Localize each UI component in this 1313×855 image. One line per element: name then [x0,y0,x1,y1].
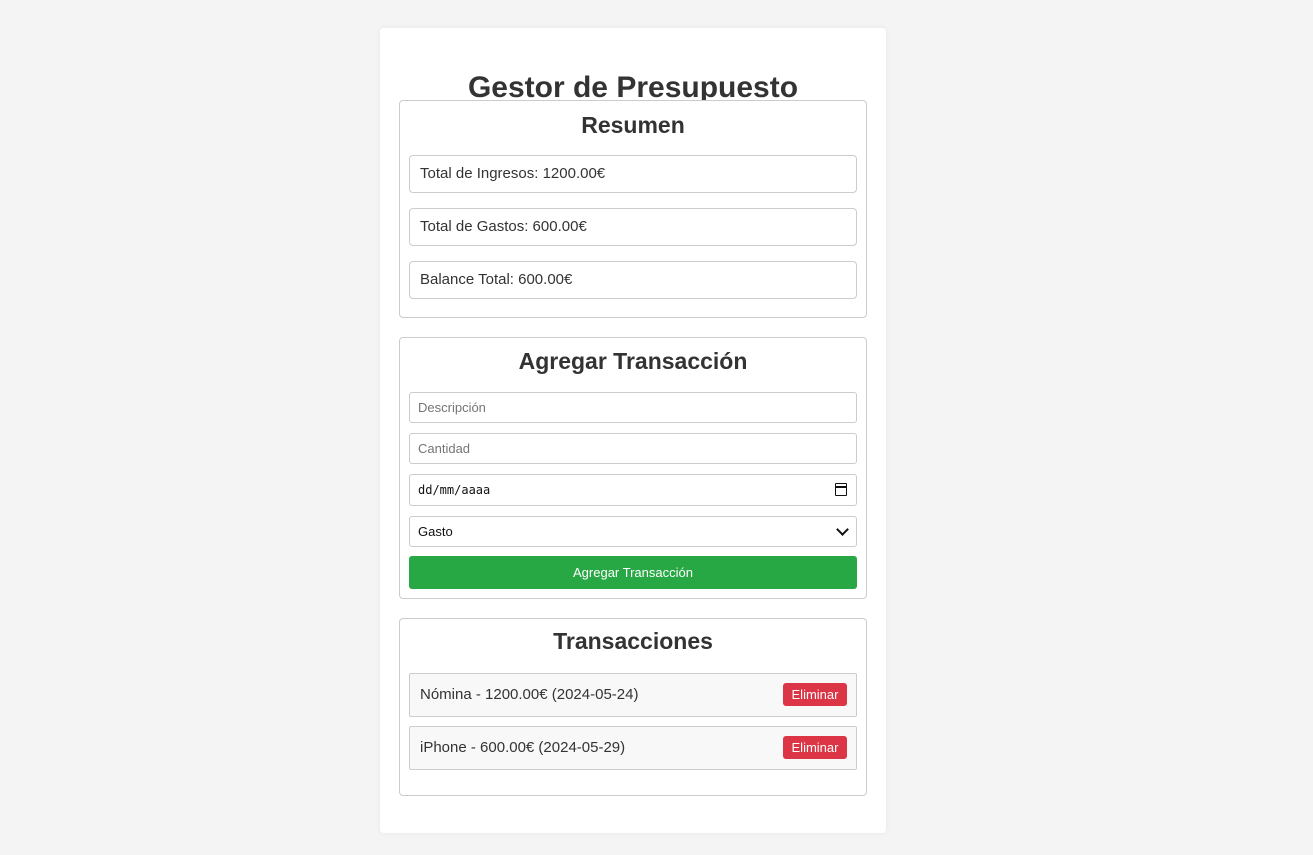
transactions-heading: Transacciones [553,628,713,654]
transactions-section: Transacciones Nómina - 1200.00€ (2024-05… [399,618,867,796]
chevron-down-icon [836,523,849,536]
total-income: Total de Ingresos: 1200.00€ [409,155,857,193]
date-input[interactable]: dd/mm/aaaa [409,474,857,506]
summary-section: Resumen Total de Ingresos: 1200.00€ Tota… [399,100,867,318]
type-selected-value: Gasto [418,524,453,539]
description-input[interactable]: Descripción [409,392,857,423]
transaction-text: iPhone - 600.00€ (2024-05-29) [420,739,626,756]
total-expenses: Total de Gastos: 600.00€ [409,208,857,246]
delete-button[interactable]: Eliminar [783,736,847,759]
amount-input[interactable]: Cantidad [409,433,857,464]
add-transaction-section: Agregar Transacción Descripción Cantidad… [399,337,867,599]
description-placeholder: Descripción [418,400,486,415]
add-transaction-button[interactable]: Agregar Transacción [409,556,857,589]
type-select[interactable]: Gasto [409,516,857,547]
transaction-row: iPhone - 600.00€ (2024-05-29) Eliminar [409,726,857,770]
summary-heading: Resumen [581,112,685,138]
add-transaction-heading: Agregar Transacción [518,348,748,374]
total-balance: Balance Total: 600.00€ [409,261,857,299]
transaction-text: Nómina - 1200.00€ (2024-05-24) [420,686,639,703]
calendar-icon[interactable] [835,483,847,496]
delete-button[interactable]: Eliminar [783,683,847,706]
date-value: dd/mm/aaaa [418,483,491,497]
amount-placeholder: Cantidad [418,441,471,456]
transaction-row: Nómina - 1200.00€ (2024-05-24) Eliminar [409,673,857,717]
